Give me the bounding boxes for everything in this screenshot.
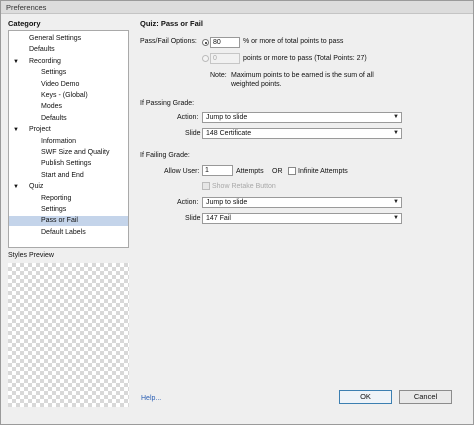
sidebar-item-defaults[interactable]: Defaults bbox=[9, 114, 128, 124]
sidebar-item-recording[interactable]: ▼ Recording bbox=[9, 57, 128, 67]
sidebar-item-label: Default Labels bbox=[41, 228, 86, 236]
help-link[interactable]: Help... bbox=[141, 395, 161, 402]
failing-grade-heading: If Failing Grade: bbox=[140, 152, 190, 159]
sidebar-item-video-demo[interactable]: Video Demo bbox=[9, 80, 128, 90]
title-bar: Preferences bbox=[1, 1, 473, 14]
failing-action-value: Jump to slide bbox=[206, 199, 248, 206]
points-input-value: 0 bbox=[213, 55, 217, 62]
passing-action-value: Jump to slide bbox=[206, 114, 248, 121]
infinite-attempts-checkbox[interactable] bbox=[288, 167, 296, 175]
sidebar-item-label: SWF Size and Quality bbox=[41, 149, 110, 156]
sidebar-item-label: Defaults bbox=[29, 46, 55, 54]
percent-radio[interactable] bbox=[202, 39, 209, 46]
attempts-label: Attempts bbox=[236, 168, 264, 175]
sidebar-item-label: Publish Settings bbox=[41, 160, 92, 168]
percent-input[interactable]: 80 bbox=[210, 37, 240, 48]
category-tree[interactable]: General Settings Defaults ▼ Recording Settin… bbox=[8, 30, 129, 248]
passing-slide-value: 148 Certificate bbox=[206, 130, 252, 137]
failing-action-select[interactable]: Jump to slide ▼ bbox=[202, 197, 402, 208]
passing-action-select[interactable]: Jump to slide ▼ bbox=[202, 112, 402, 123]
sidebar-item-defaults[interactable]: Defaults bbox=[9, 45, 128, 55]
sidebar-item-label: Defaults bbox=[41, 114, 67, 122]
styles-preview-canvas bbox=[8, 263, 129, 407]
passing-action-label: Action: bbox=[177, 114, 199, 121]
caret-down-icon: ▼ bbox=[393, 114, 399, 120]
failing-action-label: Action: bbox=[177, 199, 199, 206]
sidebar-item-label: General Settings bbox=[29, 35, 82, 42]
note-line-1: Maximum points to be earned is the sum o… bbox=[231, 72, 374, 79]
preferences-dialog: Preferences Category General Settings Def… bbox=[0, 0, 474, 425]
sidebar-item-label: Reporting bbox=[41, 194, 72, 202]
sidebar-item-label: Video Demo bbox=[41, 80, 80, 88]
styles-preview-label: Styles Preview bbox=[8, 252, 54, 259]
points-input[interactable]: 0 bbox=[210, 53, 240, 64]
passing-slide-label: Slide bbox=[185, 130, 201, 137]
percent-suffix: % or more of total points to pass bbox=[243, 38, 344, 45]
sidebar-item-label: Settings bbox=[41, 69, 67, 77]
sidebar-item-label: Pass or Fail bbox=[41, 217, 78, 225]
sidebar-item-quiz[interactable]: ▼ Quiz bbox=[9, 182, 128, 192]
sidebar-item-keys-global[interactable]: Keys - (Global) bbox=[9, 91, 128, 101]
or-label: OR bbox=[272, 168, 283, 175]
sidebar-item-label: Settings bbox=[41, 206, 67, 213]
sidebar-item-information[interactable]: Information bbox=[9, 137, 128, 147]
cancel-button[interactable]: Cancel bbox=[399, 390, 452, 404]
sidebar-item-general-settings[interactable]: General Settings bbox=[9, 34, 128, 44]
note-label: Note: bbox=[210, 72, 227, 79]
points-suffix: points or more to pass (Total Points: 27… bbox=[243, 55, 367, 62]
points-radio[interactable] bbox=[202, 55, 209, 62]
allow-user-label: Allow User: bbox=[164, 168, 200, 175]
failing-slide-select[interactable]: 147 Fail ▼ bbox=[202, 213, 402, 224]
show-retake-checkbox[interactable] bbox=[202, 182, 210, 190]
sidebar-item-publish-settings[interactable]: Publish Settings bbox=[9, 159, 128, 169]
sidebar-item-default-labels[interactable]: Default Labels bbox=[9, 228, 128, 238]
caret-down-icon: ▼ bbox=[393, 199, 399, 205]
triangle-down-icon[interactable]: ▼ bbox=[13, 182, 19, 192]
caret-down-icon: ▼ bbox=[393, 130, 399, 136]
page-title: Quiz: Pass or Fail bbox=[140, 19, 203, 28]
sidebar-item-settings[interactable]: Settings bbox=[9, 205, 128, 215]
category-heading: Category bbox=[8, 19, 41, 28]
sidebar-item-swf-size-and-quality[interactable]: SWF Size and Quality bbox=[9, 148, 128, 158]
window-title: Preferences bbox=[6, 3, 47, 12]
failing-slide-label: Slide bbox=[185, 215, 201, 222]
sidebar-item-label: Project bbox=[29, 126, 51, 134]
show-retake-label: Show Retake Button bbox=[212, 183, 276, 190]
sidebar-item-label: Recording bbox=[29, 57, 61, 65]
triangle-down-icon[interactable]: ▼ bbox=[13, 125, 19, 135]
sidebar-item-reporting[interactable]: Reporting bbox=[9, 194, 128, 204]
sidebar-item-label: Information bbox=[41, 137, 77, 145]
sidebar-item-pass-or-fail[interactable]: Pass or Fail bbox=[9, 216, 128, 227]
passing-slide-select[interactable]: 148 Certificate ▼ bbox=[202, 128, 402, 139]
infinite-attempts-label: Infinite Attempts bbox=[298, 168, 348, 175]
sidebar-item-label: Start and End bbox=[41, 171, 84, 179]
passing-grade-heading: If Passing Grade: bbox=[140, 100, 195, 107]
note-line-2: weighted points. bbox=[231, 81, 282, 88]
sidebar-item-label: Keys - (Global) bbox=[41, 92, 88, 99]
sidebar-item-project[interactable]: ▼ Project bbox=[9, 125, 128, 135]
sidebar-item-settings[interactable]: Settings bbox=[9, 68, 128, 78]
failing-slide-value: 147 Fail bbox=[206, 215, 231, 222]
pass-fail-options-label: Pass/Fail Options: bbox=[140, 38, 197, 45]
caret-down-icon: ▼ bbox=[393, 215, 399, 221]
sidebar-item-label: Modes bbox=[41, 103, 63, 111]
sidebar-item-start-and-end[interactable]: Start and End bbox=[9, 171, 128, 181]
triangle-down-icon[interactable]: ▼ bbox=[13, 57, 19, 67]
attempts-input[interactable]: 1 bbox=[202, 165, 233, 176]
sidebar-item-modes[interactable]: Modes bbox=[9, 102, 128, 112]
ok-button[interactable]: OK bbox=[339, 390, 392, 404]
sidebar-item-label: Quiz bbox=[29, 183, 44, 191]
